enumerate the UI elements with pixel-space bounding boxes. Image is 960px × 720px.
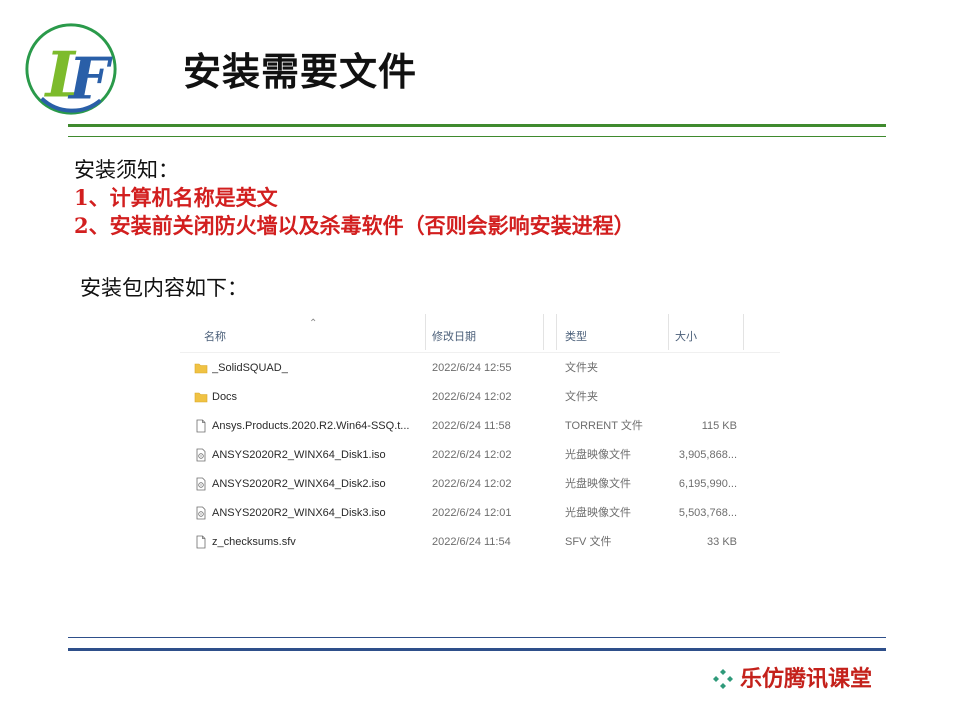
header-divider-thick — [68, 124, 886, 127]
file-name: Docs — [212, 391, 238, 403]
disc-image-icon — [196, 477, 206, 491]
file-icon — [196, 535, 206, 549]
svg-text:F: F — [67, 46, 113, 112]
folder-icon — [194, 392, 208, 403]
file-row[interactable]: z_checksums.sfv 2022/6/24 11:54 SFV 文件 3… — [180, 528, 780, 556]
file-date: 2022/6/24 11:54 — [432, 536, 511, 548]
file-name: ANSYS2020R2_WINX64_Disk1.iso — [212, 449, 386, 461]
column-header-size[interactable]: 大小 — [675, 314, 697, 352]
notice-item-2: 2、安装前关闭防火墙以及杀毒软件（否则会影响安装进程） — [74, 213, 635, 238]
file-row[interactable]: Ansys.Products.2020.R2.Win64-SSQ.t... 20… — [180, 412, 780, 440]
file-type: 光盘映像文件 — [565, 507, 631, 519]
file-date: 2022/6/24 12:02 — [432, 449, 512, 461]
brand-name: 乐仿腾讯课堂 — [740, 666, 873, 692]
file-size: 6,195,990... — [678, 478, 737, 490]
disc-image-icon — [196, 448, 206, 462]
column-separator[interactable] — [743, 314, 744, 350]
lf-logo: L F — [25, 23, 117, 115]
header-divider-thin — [68, 136, 886, 137]
notice-item-1: 1、计算机名称是英文 — [74, 185, 278, 210]
sort-ascending-icon: ⌃ — [309, 318, 318, 329]
file-name: Ansys.Products.2020.R2.Win64-SSQ.t... — [212, 420, 410, 432]
footer-divider-thin — [68, 637, 886, 638]
column-header-date[interactable]: 修改日期 — [432, 314, 476, 352]
folder-icon — [194, 363, 208, 374]
column-separator[interactable] — [668, 314, 669, 350]
file-type: 光盘映像文件 — [565, 449, 631, 461]
column-separator[interactable] — [425, 314, 426, 350]
notice-heading: 安装须知： — [74, 158, 179, 182]
four-diamond-icon — [713, 669, 733, 689]
column-header-type[interactable]: 类型 — [565, 314, 587, 352]
file-date: 2022/6/24 12:55 — [432, 362, 512, 374]
column-separator[interactable] — [556, 314, 557, 350]
file-date: 2022/6/24 12:01 — [432, 507, 512, 519]
file-row[interactable]: _SolidSQUAD_ 2022/6/24 12:55 文件夹 — [180, 354, 780, 382]
file-name: _SolidSQUAD_ — [212, 362, 288, 374]
file-date: 2022/6/24 12:02 — [432, 391, 512, 403]
file-name: ANSYS2020R2_WINX64_Disk3.iso — [212, 507, 386, 519]
file-size: 33 KB — [707, 536, 737, 548]
page-title: 安装需要文件 — [183, 50, 418, 94]
column-header-row: ⌃ 名称 修改日期 类型 大小 — [180, 314, 780, 353]
column-separator[interactable] — [543, 314, 544, 350]
file-date: 2022/6/24 12:02 — [432, 478, 512, 490]
file-size: 3,905,868... — [678, 449, 737, 461]
file-row[interactable]: ANSYS2020R2_WINX64_Disk1.iso 2022/6/24 1… — [180, 441, 780, 469]
file-type: 文件夹 — [565, 391, 598, 403]
file-date: 2022/6/24 11:58 — [432, 420, 511, 432]
file-explorer-list: ⌃ 名称 修改日期 类型 大小 _SolidSQUAD_ 2022/6/24 1… — [180, 314, 780, 576]
file-row[interactable]: ANSYS2020R2_WINX64_Disk2.iso 2022/6/24 1… — [180, 470, 780, 498]
file-row[interactable]: Docs 2022/6/24 12:02 文件夹 — [180, 383, 780, 411]
file-icon — [196, 419, 206, 433]
install-notice: 安装须知： 1、计算机名称是英文 2、安装前关闭防火墙以及杀毒软件（否则会影响安… — [74, 156, 635, 240]
file-type: 光盘映像文件 — [565, 478, 631, 490]
footer-divider-thick — [68, 648, 886, 651]
column-header-name[interactable]: 名称 — [204, 314, 226, 352]
file-row[interactable]: ANSYS2020R2_WINX64_Disk3.iso 2022/6/24 1… — [180, 499, 780, 527]
file-size: 5,503,768... — [678, 507, 737, 519]
file-name: z_checksums.sfv — [212, 536, 296, 548]
file-size: 115 KB — [701, 420, 737, 432]
file-type: TORRENT 文件 — [565, 420, 643, 432]
disc-image-icon — [196, 506, 206, 520]
file-name: ANSYS2020R2_WINX64_Disk2.iso — [212, 478, 386, 490]
file-type: 文件夹 — [565, 362, 598, 374]
package-contents-label: 安装包内容如下： — [80, 276, 248, 300]
file-type: SFV 文件 — [565, 536, 612, 548]
